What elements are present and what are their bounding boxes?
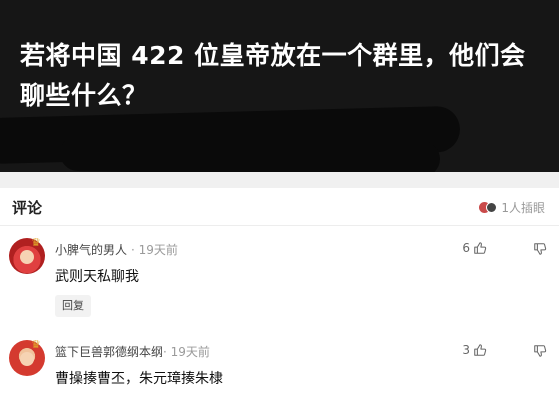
like-button[interactable]: 6 — [462, 241, 487, 255]
redaction-smear — [59, 134, 441, 172]
crown-icon: ♛ — [31, 236, 41, 249]
insert-info[interactable]: 1人插眼 — [479, 199, 545, 216]
crown-icon: ♛ — [31, 338, 41, 351]
like-count: 6 — [462, 241, 470, 255]
thumbs-up-icon — [474, 242, 487, 254]
comment-item: ♛ 小脾气的男人 · 19天前 武则天私聊我 回复 6 — [0, 226, 559, 322]
comments-title: 评论 — [12, 199, 43, 217]
reply-button[interactable]: 回复 — [55, 295, 91, 317]
avatar-face — [20, 352, 34, 366]
comment-username[interactable]: 小脾气的男人 — [55, 241, 127, 258]
dislike-button[interactable] — [533, 343, 547, 362]
like-count: 3 — [462, 343, 470, 357]
comment-time: · 19天前 — [131, 243, 178, 257]
comment-time: · 19天前 — [163, 345, 210, 359]
question-title: 若将中国 422 位皇帝放在一个群里，他们会聊些什么？ — [20, 41, 526, 110]
section-divider — [0, 172, 559, 188]
thumbs-down-icon — [534, 345, 547, 357]
like-button[interactable]: 3 — [462, 343, 487, 357]
thumbs-up-icon — [474, 344, 487, 356]
avatar-face — [20, 250, 34, 264]
participant-avatars-icon — [479, 201, 498, 215]
comment-username[interactable]: 篮下巨兽郭德纲本纲 — [55, 343, 163, 360]
thumbs-down-icon — [534, 243, 547, 255]
comments-header: 评论 1人插眼 — [0, 188, 559, 226]
comment-text: 武则天私聊我 — [55, 269, 139, 285]
question-header: 若将中国 422 位皇帝放在一个群里，他们会聊些什么？ — [0, 0, 559, 172]
dislike-button[interactable] — [533, 241, 547, 260]
insert-info-label: 1人插眼 — [501, 201, 545, 215]
comment-text: 曹操揍曹丕，朱元璋揍朱棣 — [55, 371, 223, 387]
comment-item: ♛ 篮下巨兽郭德纲本纲 · 19天前 曹操揍曹丕，朱元璋揍朱棣 3 — [0, 322, 559, 400]
